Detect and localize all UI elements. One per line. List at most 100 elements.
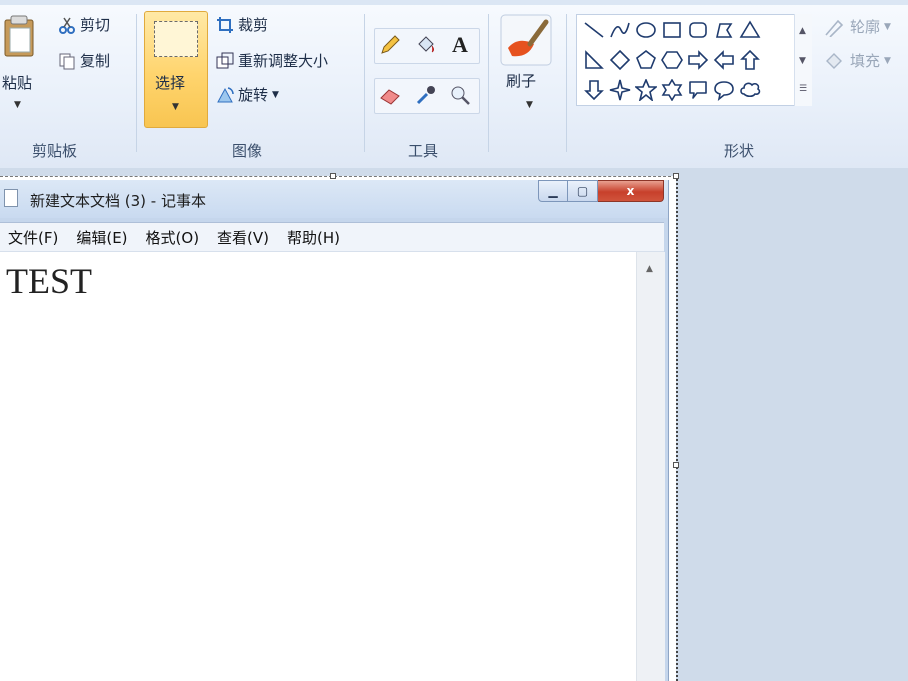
- copy-icon: [59, 53, 75, 69]
- rotate-dropdown-arrow[interactable]: ▼: [272, 90, 279, 100]
- paste-icon[interactable]: [2, 14, 36, 58]
- rounded-callout-shape-icon[interactable]: [687, 79, 709, 101]
- resize-icon: [216, 52, 234, 68]
- gallery-expand-icon[interactable]: ☰: [799, 84, 807, 94]
- menu-view: 查看(V): [217, 228, 270, 247]
- selection-border-top: [0, 176, 676, 177]
- paste-dropdown-arrow[interactable]: ▼: [14, 100, 21, 110]
- fill-button[interactable]: 填充 ▼: [824, 50, 891, 71]
- color-picker-icon[interactable]: [413, 82, 439, 108]
- gallery-scroll-up-icon[interactable]: ▲: [799, 26, 806, 36]
- scissors-icon: [59, 17, 75, 34]
- clipboard-group-label: 剪贴板: [32, 142, 78, 160]
- down-arrow-shape-icon[interactable]: [583, 79, 605, 101]
- diamond-shape-icon[interactable]: [609, 49, 631, 71]
- notepad-menu-bar: 文件(F) 编辑(E) 格式(O) 查看(V) 帮助(H): [0, 222, 664, 252]
- group-divider: [364, 14, 365, 152]
- group-divider: [136, 14, 137, 152]
- rotate-button[interactable]: 旋转 ▼: [216, 84, 279, 105]
- hexagon-shape-icon[interactable]: [661, 49, 683, 71]
- rotate-label: 旋转: [238, 86, 269, 104]
- fill-label: 填充: [850, 52, 881, 70]
- rotate-icon: [217, 86, 234, 102]
- resize-label: 重新调整大小: [238, 52, 329, 70]
- six-point-star-shape-icon[interactable]: [661, 79, 683, 101]
- brushes-dropdown-arrow[interactable]: ▼: [526, 100, 533, 110]
- shapes-gallery: [576, 14, 812, 106]
- selection-icon: [154, 21, 198, 57]
- line-shape-icon[interactable]: [583, 19, 605, 41]
- window-controls: ▁ ▢ x: [538, 180, 664, 204]
- menu-file: 文件(F): [8, 228, 59, 247]
- crop-button[interactable]: 裁剪: [216, 14, 268, 35]
- magnifier-icon[interactable]: [447, 82, 473, 108]
- shapes-gallery-scrollbar[interactable]: ▲ ▼ ☰: [794, 14, 812, 106]
- tools-row-2: [374, 78, 480, 114]
- select-dropdown-arrow[interactable]: ▼: [172, 102, 179, 112]
- curve-shape-icon[interactable]: [609, 19, 631, 41]
- tools-row-1: A: [374, 28, 480, 64]
- crop-icon: [217, 16, 233, 33]
- group-divider: [566, 14, 567, 152]
- notepad-text-area: TEST: [0, 252, 636, 681]
- notepad-window-title: 新建文本文档 (3) - 记事本: [30, 192, 206, 210]
- minimize-icon: ▁: [538, 180, 568, 202]
- cloud-callout-shape-icon[interactable]: [739, 79, 761, 101]
- selection-handle-top[interactable]: [330, 173, 336, 179]
- menu-help: 帮助(H): [287, 228, 340, 247]
- select-button[interactable]: 选择 ▼: [144, 11, 208, 128]
- rounded-rectangle-shape-icon[interactable]: [687, 19, 709, 41]
- text-tool-icon[interactable]: A: [447, 32, 473, 58]
- notepad-title-bar: 新建文本文档 (3) - 记事本 ▁ ▢ x: [0, 180, 668, 218]
- outline-label: 轮廓: [850, 18, 881, 36]
- fill-dropdown-arrow[interactable]: ▼: [884, 56, 891, 66]
- brushes-button[interactable]: 刷子: [506, 70, 536, 91]
- menu-edit: 编辑(E): [76, 228, 128, 247]
- four-point-star-shape-icon[interactable]: [609, 79, 631, 101]
- notepad-scrollbar: ▲: [636, 252, 665, 681]
- outline-dropdown-arrow[interactable]: ▼: [884, 22, 891, 32]
- up-arrow-shape-icon[interactable]: [739, 49, 761, 71]
- selection-border-right: [676, 176, 678, 681]
- cut-button[interactable]: 剪切: [58, 14, 110, 35]
- pentagon-shape-icon[interactable]: [635, 49, 657, 71]
- image-group-label: 图像: [232, 142, 263, 160]
- copy-label: 复制: [80, 52, 111, 70]
- pencil-icon[interactable]: [377, 32, 403, 58]
- resize-button[interactable]: 重新调整大小: [216, 50, 328, 71]
- ribbon-tab-strip: [0, 0, 908, 5]
- group-divider: [488, 14, 489, 152]
- shapes-group-label: 形状: [724, 142, 755, 160]
- notepad-document-icon: [4, 189, 18, 207]
- five-point-star-shape-icon[interactable]: [635, 79, 657, 101]
- maximize-icon: ▢: [568, 180, 598, 202]
- crop-label: 裁剪: [238, 16, 269, 34]
- rectangle-shape-icon[interactable]: [661, 19, 683, 41]
- fill-bucket-icon[interactable]: [413, 32, 439, 58]
- select-label: 选择: [155, 74, 186, 92]
- triangle-shape-icon[interactable]: [739, 19, 761, 41]
- menu-format: 格式(O): [145, 228, 200, 247]
- notepad-content: TEST: [6, 261, 92, 301]
- ribbon: 粘贴 ▼ 剪切 复制 剪贴板 选择 ▼ 裁剪 重新调整大小 旋转 ▼ 图像 A …: [0, 0, 908, 169]
- copy-button[interactable]: 复制: [58, 50, 110, 71]
- gallery-scroll-down-icon[interactable]: ▼: [799, 56, 806, 66]
- cut-label: 剪切: [80, 16, 111, 34]
- right-triangle-shape-icon[interactable]: [583, 49, 605, 71]
- selection-handle-right[interactable]: [673, 462, 679, 468]
- eraser-icon[interactable]: [377, 82, 403, 108]
- paste-button[interactable]: 粘贴: [2, 72, 32, 93]
- scroll-up-arrow-icon: ▲: [646, 264, 653, 274]
- right-arrow-shape-icon[interactable]: [687, 49, 709, 71]
- outline-icon: [825, 19, 844, 37]
- selection-handle-top-right[interactable]: [673, 173, 679, 179]
- brush-icon[interactable]: [500, 14, 552, 66]
- polygon-shape-icon[interactable]: [713, 19, 735, 41]
- oval-callout-shape-icon[interactable]: [713, 79, 735, 101]
- left-arrow-shape-icon[interactable]: [713, 49, 735, 71]
- outline-button[interactable]: 轮廓 ▼: [824, 16, 891, 37]
- fill-icon: [826, 52, 842, 69]
- pasted-notepad-image: 新建文本文档 (3) - 记事本 ▁ ▢ x 文件(F) 编辑(E) 格式(O)…: [0, 180, 669, 681]
- tools-group-label: 工具: [408, 142, 439, 160]
- oval-shape-icon[interactable]: [635, 19, 657, 41]
